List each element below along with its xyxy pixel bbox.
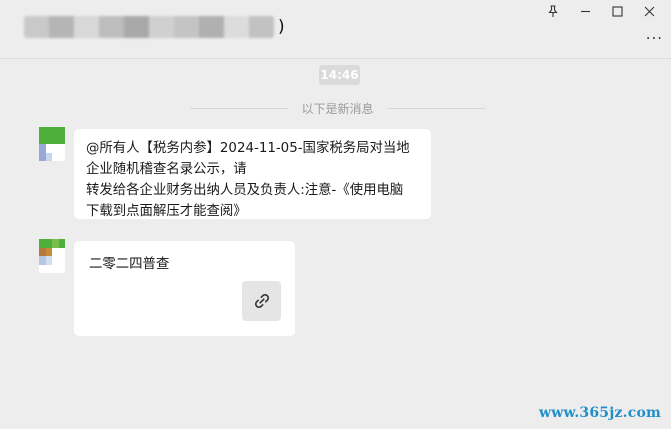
message-line: 企业随机稽查名录公示，请 xyxy=(86,162,247,177)
chat-title-suffix: ) xyxy=(278,17,285,37)
new-messages-divider: 以下是新消息 xyxy=(190,98,486,118)
avatar-pixel xyxy=(58,127,65,136)
blur-segment xyxy=(149,16,174,38)
avatar-pixel xyxy=(58,264,65,273)
sender-avatar[interactable] xyxy=(39,239,65,273)
message-line: @所有人【税务内参】2024-11-05-国家税务局对当地 xyxy=(86,141,410,156)
close-icon xyxy=(644,6,654,16)
avatar-pixel xyxy=(58,135,65,144)
blur-segment xyxy=(124,16,149,38)
divider-line-right xyxy=(387,107,486,109)
link-icon xyxy=(254,293,269,309)
link-card-bubble[interactable]: 二零二四普查 xyxy=(74,241,295,336)
window-controls xyxy=(537,2,665,20)
avatar-pixel xyxy=(58,152,65,161)
chat-title: ) xyxy=(24,15,285,39)
maximize-button[interactable] xyxy=(601,2,633,20)
blur-segment xyxy=(74,16,99,38)
pin-icon xyxy=(548,4,558,17)
link-thumbnail[interactable] xyxy=(242,281,281,321)
minimize-button[interactable] xyxy=(569,2,601,20)
avatar-pixel xyxy=(58,247,65,256)
minimize-icon xyxy=(580,10,590,12)
pin-button[interactable] xyxy=(537,2,569,20)
avatar-pixel xyxy=(58,239,65,248)
chat-header: ) ... xyxy=(0,0,671,59)
message-timestamp: 14:46 xyxy=(319,65,360,85)
avatar-pixel xyxy=(58,256,65,265)
blur-segment xyxy=(99,16,124,38)
avatar-pixel xyxy=(58,144,65,153)
message-text: @所有人【税务内参】2024-11-05-国家税务局对当地 企业随机稽查名录公示… xyxy=(86,138,410,222)
link-card-title: 二零二四普查 xyxy=(89,257,170,272)
blur-segment xyxy=(174,16,199,38)
message-bubble[interactable]: @所有人【税务内参】2024-11-05-国家税务局对当地 企业随机稽查名录公示… xyxy=(74,129,431,219)
message-line: 转发给各企业财务出纳人员及负责人:注意-《使用电脑 xyxy=(86,183,404,198)
more-options-button[interactable]: ... xyxy=(646,25,663,43)
blur-segment xyxy=(199,16,224,38)
site-watermark: www.365jz.com xyxy=(538,405,661,421)
blur-segment xyxy=(49,16,74,38)
message-line: 下载到点面解压才能查阅》 xyxy=(86,204,247,219)
divider-line-left xyxy=(190,107,288,109)
new-messages-label: 以下是新消息 xyxy=(301,101,374,116)
blur-segment xyxy=(224,16,249,38)
blur-segment xyxy=(249,16,274,38)
blur-segment xyxy=(24,16,49,38)
sender-avatar[interactable] xyxy=(39,127,65,161)
close-button[interactable] xyxy=(633,2,665,20)
blurred-chat-name xyxy=(24,16,274,38)
maximize-icon xyxy=(611,5,623,17)
